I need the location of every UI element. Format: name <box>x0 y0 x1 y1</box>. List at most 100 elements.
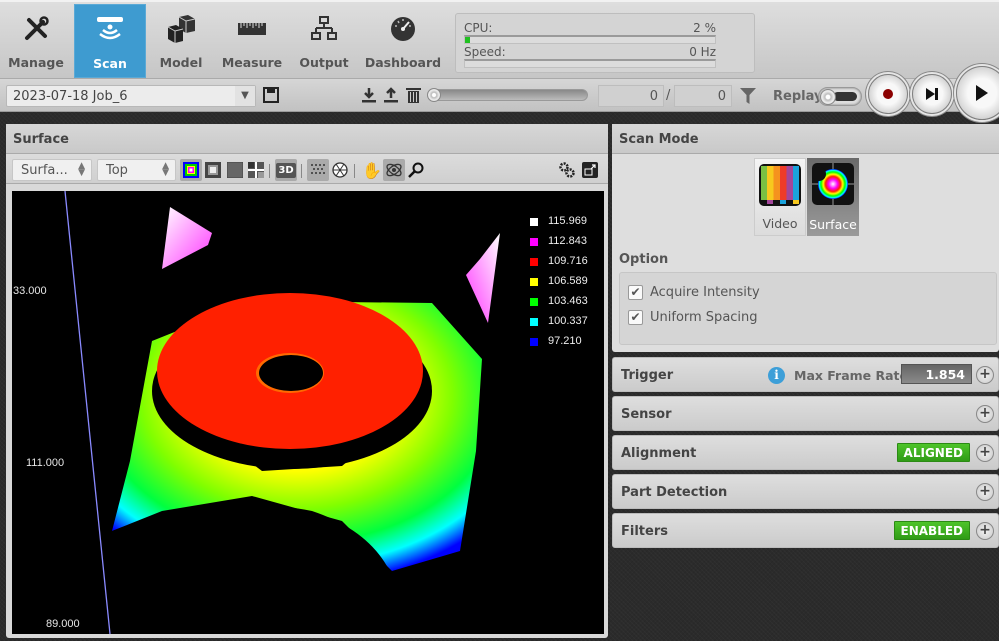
upload-icon <box>384 87 398 103</box>
expand-icon[interactable]: + <box>976 522 994 540</box>
tab-scan[interactable]: Scan <box>74 4 146 78</box>
job-select[interactable]: 2023-07-18 Job_6 ▼ <box>6 85 256 107</box>
mode-video-button[interactable]: Video <box>754 158 806 236</box>
frame-current-field[interactable]: 0 <box>598 85 664 107</box>
filter-button[interactable] <box>739 86 757 106</box>
maximize-button[interactable] <box>579 159 601 181</box>
section-sensor[interactable]: Sensor + <box>612 396 999 431</box>
pink-region <box>466 233 500 323</box>
delete-button[interactable] <box>404 86 422 104</box>
mesh-button[interactable] <box>329 159 351 181</box>
frame-separator: / <box>666 88 671 103</box>
speed-value: 0 Hz <box>689 45 716 59</box>
section-part-detection[interactable]: Part Detection + <box>612 474 999 509</box>
hand-icon: ✋ <box>362 160 382 180</box>
legend-swatch <box>530 278 538 286</box>
intensity-button[interactable] <box>224 159 246 181</box>
section-title: Alignment <box>621 446 697 461</box>
heightmap-gray-button[interactable] <box>202 159 224 181</box>
legend-entry: 115.969 <box>530 215 600 229</box>
section-title: Filters <box>621 524 668 539</box>
maximize-icon <box>582 162 598 178</box>
play-button[interactable] <box>956 66 999 120</box>
scan-mode-title: Scan Mode <box>612 124 999 154</box>
section-trigger[interactable]: Trigger i Max Frame Rate: 1.854 + <box>612 357 999 392</box>
section-title: Part Detection <box>621 485 728 500</box>
overlay-button[interactable] <box>245 159 267 181</box>
expand-icon[interactable]: + <box>976 483 994 501</box>
tools-icon <box>0 14 72 44</box>
axis-line <box>64 191 111 634</box>
gears-icon <box>559 162 575 178</box>
tab-output[interactable]: Output <box>288 4 360 78</box>
surface-mode-icon <box>812 163 854 205</box>
scan-mode-panel: Scan Mode Video Surface Option ✔ Acquire… <box>612 124 999 352</box>
legend-entry: 109.716 <box>530 255 600 269</box>
ruler-icon <box>216 14 288 44</box>
replay-toggle[interactable] <box>818 87 862 106</box>
intensity-icon <box>227 162 243 178</box>
max-frame-rate-label: Max Frame Rate: <box>794 368 913 383</box>
tab-label: Manage <box>8 55 64 70</box>
legend-entry: 112.843 <box>530 235 600 249</box>
expand-icon[interactable]: + <box>976 405 994 423</box>
max-frame-rate-value: 1.854 <box>901 364 972 384</box>
magnifier-icon <box>408 162 424 178</box>
heightmap-color-button[interactable] <box>180 159 202 181</box>
orientation-value: Top <box>106 163 128 178</box>
section-filters[interactable]: Filters ENABLED + <box>612 513 999 548</box>
info-icon[interactable]: i <box>768 367 785 384</box>
mode-surface-button[interactable]: Surface <box>807 158 859 236</box>
rotate-button[interactable] <box>383 159 405 181</box>
uniform-spacing-checkbox[interactable]: ✔ <box>628 310 643 325</box>
checkmark-icon: ✔ <box>630 310 641 324</box>
pink-region <box>162 207 212 269</box>
tab-label: Output <box>299 55 349 70</box>
tab-manage[interactable]: Manage <box>0 4 72 78</box>
expand-icon[interactable]: + <box>976 444 994 462</box>
legend-value: 106.589 <box>548 275 588 287</box>
tab-label: Dashboard <box>364 55 442 70</box>
3d-surface-viewport[interactable]: 33.000 111.000 89.000 115.969 112.843 109.… <box>12 191 604 634</box>
toggle-track <box>833 92 857 101</box>
3d-view-button[interactable]: 3D <box>275 159 297 181</box>
tab-measure[interactable]: Measure <box>216 4 288 78</box>
checkmark-icon: ✔ <box>630 285 641 299</box>
legend-swatch <box>530 218 538 226</box>
acquire-intensity-checkbox[interactable]: ✔ <box>628 285 643 300</box>
upload-button[interactable] <box>382 86 400 104</box>
3d-icon: 3D <box>276 162 296 178</box>
view-settings-button[interactable] <box>556 159 578 181</box>
surface-panel-title: Surface <box>6 124 608 154</box>
download-button[interactable] <box>360 86 378 104</box>
tab-dashboard[interactable]: Dashboard <box>360 4 446 78</box>
pan-button[interactable]: ✋ <box>361 159 383 181</box>
chevron-down-icon: ▼ <box>235 86 255 106</box>
expand-icon[interactable]: + <box>976 366 994 384</box>
point-cloud-icon <box>311 164 325 174</box>
trash-icon <box>405 88 421 103</box>
orientation-select[interactable]: Top ▲ ▼ <box>97 159 176 181</box>
status-badge: ALIGNED <box>896 443 970 462</box>
save-button[interactable] <box>262 86 280 104</box>
axis-label: 89.000 <box>46 618 80 630</box>
replay-position-slider[interactable] <box>427 88 588 102</box>
uniform-spacing-label: Uniform Spacing <box>650 310 758 325</box>
step-forward-icon <box>926 88 938 100</box>
legend-swatch <box>530 298 538 306</box>
record-button[interactable] <box>868 74 908 114</box>
center-hole <box>259 355 323 391</box>
view-type-select[interactable]: Surfa... ▲ ▼ <box>12 159 92 181</box>
slider-knob[interactable] <box>427 88 441 102</box>
scan-sensor-icon <box>75 15 145 45</box>
zoom-button[interactable] <box>405 159 427 181</box>
frame-total-field[interactable]: 0 <box>674 85 732 107</box>
point-cloud-button[interactable] <box>307 159 329 181</box>
tab-label: Scan <box>93 56 127 71</box>
step-forward-button[interactable] <box>912 74 952 114</box>
surface-render <box>64 191 500 634</box>
tab-model[interactable]: Model <box>145 4 217 78</box>
video-mode-icon <box>759 164 801 206</box>
section-alignment[interactable]: Alignment ALIGNED + <box>612 435 999 470</box>
filter-icon <box>740 88 756 104</box>
